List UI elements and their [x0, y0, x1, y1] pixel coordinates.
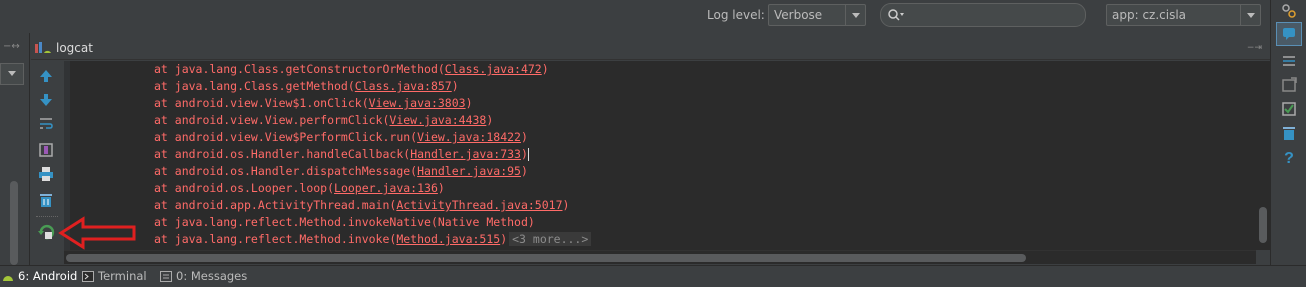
log-line-text: at android.view.View$1.onClick(	[154, 96, 369, 110]
log-line-text: at android.os.Handler.handleCallback(	[154, 147, 411, 161]
horizontal-scrollbar-thumb[interactable]	[66, 254, 1026, 262]
restart-icon[interactable]	[37, 223, 55, 241]
terminal-icon	[82, 271, 94, 282]
settings-icon[interactable]	[1280, 2, 1298, 20]
source-link[interactable]: Looper.java:136	[334, 181, 438, 195]
source-link[interactable]: Class.java:857	[355, 79, 452, 93]
log-line-suffix: )	[520, 164, 528, 178]
tab-android[interactable]: 6: Android	[0, 269, 77, 286]
logcat-panel-header: logcat −⇥	[31, 37, 1270, 60]
trash-icon[interactable]	[1280, 124, 1298, 142]
logcat-icon	[35, 42, 51, 53]
log-line: at java.lang.reflect.Method.invoke(Metho…	[154, 231, 592, 248]
log-line: at android.view.View$PerformClick.run(Vi…	[154, 129, 591, 146]
hide-panel-icon[interactable]: −⇥	[1247, 43, 1262, 53]
log-line: at android.view.View.performClick(View.j…	[154, 112, 591, 129]
log-line: at java.lang.reflect.Method.invokeNative…	[154, 214, 591, 231]
horizontal-scrollbar[interactable]	[64, 250, 1256, 264]
log-lines: at java.lang.Class.getConstructorOrMetho…	[154, 61, 592, 248]
log-line: at java.lang.Class.getConstructorOrMetho…	[154, 61, 591, 78]
log-line: at java.lang.Class.getMethod(Class.java:…	[154, 78, 591, 95]
source-link[interactable]: Class.java:472	[445, 62, 542, 76]
source-link[interactable]: Handler.java:95	[417, 164, 521, 178]
log-line: at android.app.ActivityThread.main(Activ…	[154, 197, 591, 214]
chevron-down-icon[interactable]	[845, 5, 865, 25]
log-level-dropdown[interactable]: Verbose	[768, 4, 866, 26]
scroll-to-end-icon[interactable]	[37, 141, 55, 159]
tab-messages-label: 0: Messages	[176, 269, 248, 283]
tab-terminal[interactable]: Terminal	[80, 269, 147, 286]
log-line-text: at java.lang.Class.getConstructorOrMetho…	[154, 62, 445, 76]
log-line: at android.view.View$1.onClick(View.java…	[154, 95, 591, 112]
filter-icon[interactable]	[1280, 52, 1298, 70]
log-line-text: at android.view.View.performClick(	[154, 113, 390, 127]
export-icon[interactable]	[1280, 76, 1298, 94]
vertical-scrollbar[interactable]	[1256, 61, 1270, 250]
device-dropdown[interactable]	[0, 63, 24, 85]
vertical-scrollbar-thumb[interactable]	[1259, 207, 1267, 243]
source-link[interactable]: View.java:3803	[369, 96, 466, 110]
android-icon	[3, 276, 13, 281]
scroll-down-icon[interactable]	[37, 91, 55, 109]
search-field[interactable]	[880, 3, 1086, 27]
log-line-text: at java.lang.reflect.Method.invokeNative…	[154, 215, 535, 229]
pin-icon[interactable]: −↔	[3, 41, 20, 52]
soft-wrap-icon[interactable]	[37, 115, 55, 133]
log-line-text: at android.os.Looper.loop(	[154, 181, 335, 195]
log-line-suffix: )	[500, 232, 508, 246]
app-filter-value: app: cz.cisla	[1112, 8, 1187, 22]
tab-messages[interactable]: 0: Messages	[158, 269, 247, 286]
logcat-toolbar	[31, 61, 61, 250]
top-toolbar: Log level: Verbose app: cz.cisla	[0, 0, 1270, 33]
app-filter-dropdown[interactable]: app: cz.cisla	[1106, 4, 1261, 26]
log-level-value: Verbose	[774, 8, 823, 22]
scroll-up-icon[interactable]	[37, 67, 55, 85]
logcat-toggle-button[interactable]	[1276, 22, 1302, 46]
checklist-icon[interactable]	[1280, 100, 1298, 118]
source-link[interactable]: View.java:18422	[417, 130, 521, 144]
source-link[interactable]: ActivityThread.java:5017	[396, 198, 562, 212]
chevron-down-icon[interactable]	[1240, 5, 1260, 25]
trash-icon[interactable]	[37, 191, 55, 209]
log-line-suffix: )	[465, 96, 473, 110]
text-caret	[527, 148, 529, 161]
log-line-suffix: )	[486, 113, 494, 127]
search-input[interactable]	[907, 6, 1077, 24]
tab-android-label: 6: Android	[18, 269, 78, 283]
source-link[interactable]: Handler.java:733	[410, 147, 521, 161]
left-panel: −↔	[0, 33, 30, 265]
panel-title: logcat	[56, 41, 93, 55]
bottom-tool-bar: 6: Android Terminal 0: Messages	[0, 265, 1306, 287]
messages-icon	[160, 271, 172, 282]
logcat-console[interactable]: at java.lang.Class.getConstructorOrMetho…	[64, 61, 1256, 250]
log-line-suffix: )	[541, 62, 549, 76]
log-line-text: at android.app.ActivityThread.main(	[154, 198, 397, 212]
log-line-suffix: )	[562, 198, 570, 212]
log-line-text: at java.lang.reflect.Method.invoke(	[154, 232, 397, 246]
log-line: at android.os.Handler.handleCallback(Han…	[154, 146, 591, 163]
search-icon[interactable]	[887, 8, 905, 22]
log-line-text: at android.os.Handler.dispatchMessage(	[154, 164, 418, 178]
source-link[interactable]: Method.java:515	[396, 232, 500, 246]
print-icon[interactable]	[37, 165, 55, 183]
help-icon[interactable]: ?	[1280, 148, 1298, 166]
expand-more-folding[interactable]: <3 more...>	[509, 232, 592, 246]
right-tool-strip: ?	[1270, 0, 1306, 265]
log-line: at android.os.Handler.dispatchMessage(Ha…	[154, 163, 591, 180]
log-level-label: Log level:	[707, 8, 765, 22]
log-line-suffix: )	[451, 79, 459, 93]
tab-terminal-label: Terminal	[98, 269, 147, 283]
chat-icon	[1283, 28, 1295, 40]
left-scrollbar[interactable]	[10, 181, 18, 265]
log-line-suffix: )	[520, 130, 528, 144]
svg-text:?: ?	[1284, 150, 1294, 166]
source-link[interactable]: View.java:4438	[389, 113, 486, 127]
annotation-arrow-icon	[58, 216, 136, 250]
toolbar-separator	[36, 216, 58, 217]
log-line-suffix: )	[437, 181, 445, 195]
log-line-text: at java.lang.Class.getMethod(	[154, 79, 355, 93]
log-line-text: at android.view.View$PerformClick.run(	[154, 130, 418, 144]
log-line: at android.os.Looper.loop(Looper.java:13…	[154, 180, 591, 197]
log-line-suffix: )	[520, 147, 528, 161]
